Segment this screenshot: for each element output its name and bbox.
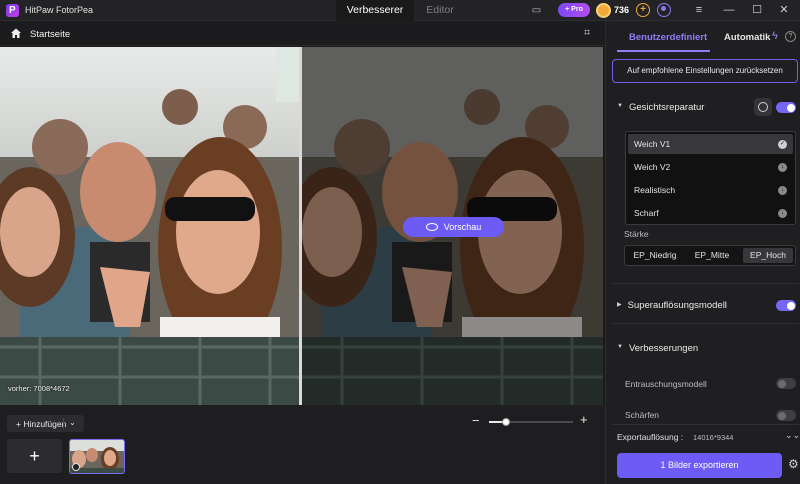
tab-editor[interactable]: Editor [416, 0, 464, 21]
face-repair-header[interactable]: ▼ Gesichtsreparatur [617, 102, 704, 113]
divider [612, 323, 799, 324]
app-logo-icon [6, 4, 19, 17]
account-icon[interactable] [657, 3, 671, 17]
bolt-icon: ϟ [772, 30, 778, 42]
add-image-button[interactable]: + Hinzufügen ⌄ [7, 415, 84, 432]
face-settings-button[interactable] [754, 98, 772, 116]
breadcrumb: Startseite ⌗ [0, 21, 605, 46]
minimize-icon[interactable]: — [722, 3, 736, 17]
add-button-separator [63, 418, 64, 429]
image-thumbnail[interactable] [69, 439, 125, 474]
help-icon[interactable]: ? [785, 31, 796, 42]
improvements-header[interactable]: ▼ Verbesserungen [617, 343, 698, 354]
zoom-out-button[interactable]: − [472, 413, 480, 428]
download-icon[interactable]: ↓ [778, 209, 787, 218]
eye-icon [425, 222, 438, 231]
collapsed-triangle-icon: ▶ [617, 301, 622, 308]
check-icon: ✓ [778, 140, 787, 149]
preview-label: Vorschau [443, 222, 482, 232]
export-resolution-label: Exportauflösung : [617, 432, 684, 442]
download-icon[interactable]: ↓ [778, 186, 787, 195]
expand-triangle-icon: ▼ [617, 344, 623, 351]
face-repair-title: Gesichtsreparatur [628, 102, 705, 113]
gear-icon[interactable]: ⚙ [788, 458, 800, 470]
list-item[interactable]: Weich V1 ✓ [628, 134, 793, 154]
tab-enhancer[interactable]: Verbesserer [336, 0, 414, 21]
strength-option-mid[interactable]: EP_Mitte [685, 248, 739, 263]
reset-settings-button[interactable]: Auf empfohlene Einstellungen zurücksetze… [612, 59, 798, 83]
model-label: Scharf [634, 208, 659, 218]
add-image-label: + Hinzufügen [16, 419, 67, 429]
preview-button[interactable]: Vorschau [403, 217, 504, 237]
bottom-bar: + Hinzufügen ⌄ − + + [0, 405, 605, 484]
crop-icon[interactable]: ⌗ [584, 27, 597, 40]
denoise-toggle[interactable] [776, 378, 796, 389]
zoom-slider[interactable] [489, 418, 573, 426]
compare-divider[interactable] [299, 47, 302, 405]
divider [612, 283, 799, 284]
sharpen-toggle[interactable] [776, 410, 796, 421]
toggle-knob [786, 103, 795, 112]
tab-custom[interactable]: Benutzerdefiniert [629, 32, 707, 43]
list-item[interactable]: Weich V2 ↓ [628, 157, 793, 177]
before-image [0, 47, 300, 405]
strength-label: Stärke [624, 229, 649, 239]
download-icon[interactable]: ↓ [778, 163, 787, 172]
chevron-down-icon[interactable]: ⌄ [69, 418, 76, 427]
toggle-knob [777, 379, 786, 388]
close-icon[interactable]: ✕ [777, 3, 791, 17]
export-button[interactable]: 1 Bilder exportieren [617, 453, 782, 478]
add-new-image-tile[interactable]: + [7, 439, 62, 473]
strength-option-high[interactable]: EP_Hoch [743, 248, 793, 263]
sharpen-label: Schärfen [625, 410, 660, 420]
coin-icon [596, 3, 611, 18]
home-icon[interactable] [10, 27, 22, 39]
active-tab-indicator [617, 50, 710, 52]
superres-toggle[interactable] [776, 300, 796, 311]
toggle-knob [777, 411, 786, 420]
add-coins-button[interactable]: + [636, 3, 650, 17]
strength-option-low[interactable]: EP_Niedrig [628, 248, 682, 263]
double-chevron-down-icon[interactable]: ⌄⌄ [785, 430, 800, 441]
model-label: Weich V1 [634, 139, 671, 149]
title-bar: HitPaw FotorPea Verbesserer Editor ▭ + P… [0, 0, 800, 21]
zoom-slider-handle[interactable] [501, 418, 510, 426]
app-title: HitPaw FotorPea [25, 5, 94, 15]
face-repair-toggle[interactable] [776, 102, 796, 113]
superres-title: Superauflösungsmodell [627, 300, 727, 311]
zoom-in-button[interactable]: + [580, 412, 588, 427]
expand-triangle-icon: ▼ [617, 103, 623, 110]
denoise-label: Entrauschungsmodell [625, 379, 707, 389]
breadcrumb-home[interactable]: Startseite [30, 29, 70, 40]
tutorial-icon[interactable]: ▭ [530, 4, 543, 17]
list-item[interactable]: Scharf ↓ [628, 203, 793, 223]
divider [612, 424, 799, 425]
before-resolution-label: vorher: 7008*4672 [8, 384, 70, 393]
toggle-knob [786, 301, 795, 310]
face-icon [758, 102, 768, 112]
image-canvas[interactable]: Vorschau vorher: 7008*4672 [0, 47, 603, 405]
export-resolution-value: 14016*9344 [693, 433, 734, 442]
coin-count: 736 [614, 5, 630, 15]
strength-selector: EP_Niedrig EP_Mitte EP_Hoch [624, 245, 796, 266]
pro-badge[interactable]: + Pro [558, 3, 590, 17]
model-label: Weich V2 [634, 162, 671, 172]
list-item[interactable]: Realistisch ↓ [628, 180, 793, 200]
superres-header[interactable]: ▶ Superauflösungsmodell [617, 300, 727, 311]
menu-icon[interactable]: ≡ [692, 3, 706, 17]
thumbnail-status-icon [72, 463, 80, 471]
face-model-list: Weich V1 ✓ Weich V2 ↓ Realistisch ↓ Scha… [625, 131, 796, 225]
model-label: Realistisch [634, 185, 676, 195]
settings-panel: Benutzerdefiniert Automatik ϟ ? Auf empf… [605, 21, 800, 484]
maximize-icon[interactable]: ☐ [750, 3, 764, 17]
improvements-title: Verbesserungen [628, 343, 699, 354]
tab-automatic[interactable]: Automatik [724, 32, 770, 43]
